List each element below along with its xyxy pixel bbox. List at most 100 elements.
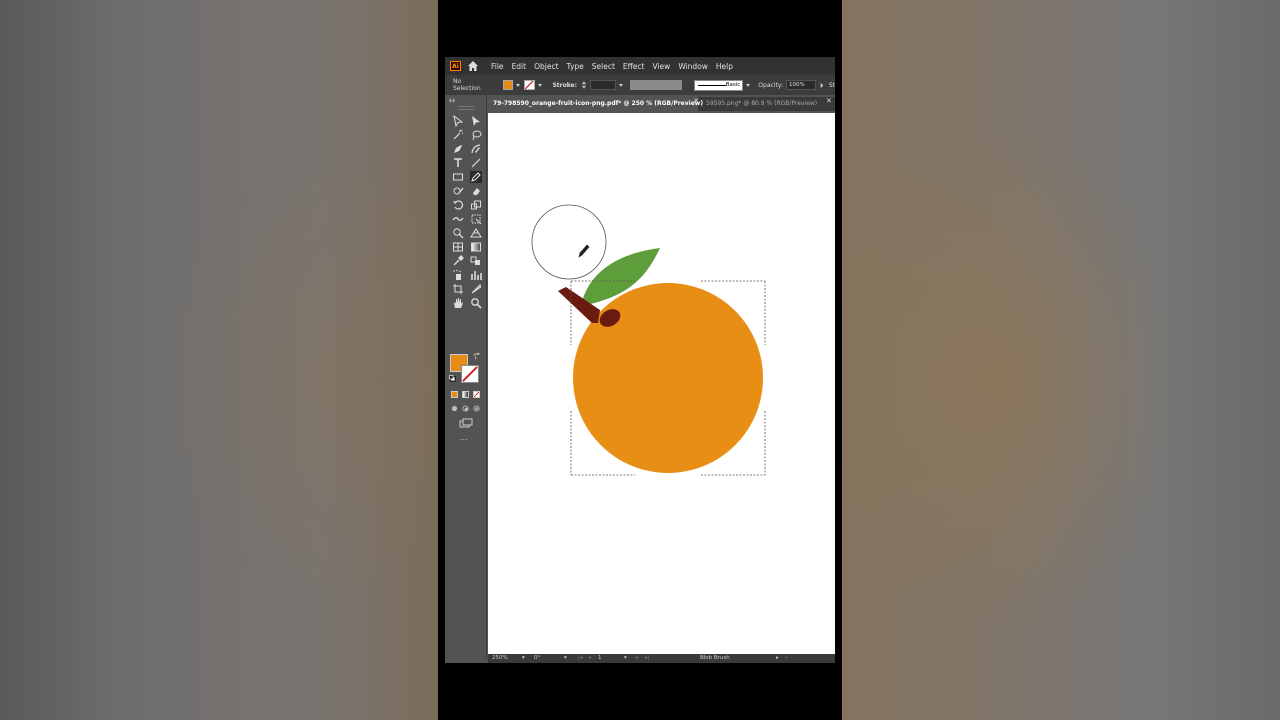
artboard-number[interactable]: 1 xyxy=(598,655,602,661)
app-logo: Ai xyxy=(450,61,461,71)
eraser-tool-icon[interactable] xyxy=(470,185,482,197)
artboard-caret-icon[interactable]: ▾ xyxy=(624,655,627,661)
selection-status: No Selection xyxy=(453,78,481,92)
next-artboard-icon[interactable]: ▸ xyxy=(636,655,639,661)
first-artboard-icon[interactable]: |◂ xyxy=(578,655,583,661)
fill-dropdown-caret[interactable] xyxy=(516,83,521,87)
menu-window[interactable]: Window xyxy=(678,62,708,71)
hand-tool-icon[interactable] xyxy=(452,297,464,309)
column-graph-tool-icon[interactable] xyxy=(470,269,482,281)
rotate-tool-icon[interactable] xyxy=(452,199,464,211)
menu-effect[interactable]: Effect xyxy=(623,62,645,71)
mesh-tool-icon[interactable] xyxy=(452,241,464,253)
rotation-caret-icon[interactable]: ▾ xyxy=(564,655,567,661)
line-segment-tool-icon[interactable] xyxy=(470,157,482,169)
tab-orange-fruit-icon[interactable]: 79-798590_orange-fruit-icon-png.pdf* @ 2… xyxy=(488,97,703,111)
stroke-color-swatch[interactable] xyxy=(461,365,479,383)
brush-definition-field[interactable]: Basic xyxy=(693,79,744,91)
magic-wand-tool-icon[interactable] xyxy=(452,129,464,141)
stroke-weight-field[interactable] xyxy=(589,80,616,90)
stroke-label: Stroke: xyxy=(552,81,578,89)
orange-body[interactable] xyxy=(573,283,763,473)
menu-bar: Ai File Edit Object Type Select Effect V… xyxy=(445,57,835,75)
shaper-tool-icon[interactable] xyxy=(452,185,464,197)
chevron-right-icon[interactable] xyxy=(820,82,824,89)
type-tool-icon[interactable] xyxy=(452,157,464,169)
default-fill-stroke-icon[interactable] xyxy=(449,375,456,382)
fill-swatch[interactable] xyxy=(502,80,514,90)
stroke-dropdown-caret[interactable] xyxy=(538,83,543,87)
rectangle-tool-icon[interactable] xyxy=(452,171,464,183)
home-icon[interactable] xyxy=(467,60,479,72)
menu-edit[interactable]: Edit xyxy=(512,62,527,71)
lasso-tool-icon[interactable] xyxy=(470,129,482,141)
collapse-panel-icon[interactable] xyxy=(448,98,456,103)
slice-tool-icon[interactable] xyxy=(470,283,482,295)
zoom-caret-icon[interactable]: ▾ xyxy=(522,655,525,661)
free-transform-tool-icon[interactable] xyxy=(470,213,482,225)
opacity-field[interactable]: 100% xyxy=(785,80,816,90)
scale-tool-icon[interactable] xyxy=(470,199,482,211)
close-tab-icon[interactable]: ✕ xyxy=(693,97,699,105)
curvature-tool-icon[interactable] xyxy=(470,143,482,155)
artboard-canvas[interactable] xyxy=(488,113,835,654)
brush-label: Basic xyxy=(725,81,741,88)
status-arrow-left-icon[interactable]: ‹ xyxy=(785,655,787,661)
swap-fill-stroke-icon[interactable] xyxy=(473,353,480,360)
none-mode-button[interactable] xyxy=(473,391,480,398)
artwork xyxy=(531,204,766,476)
tab-label: 79-798590_orange-fruit-icon-png.pdf* @ 2… xyxy=(493,100,704,107)
warp-tool-icon[interactable] xyxy=(452,213,464,225)
last-artboard-icon[interactable]: ▸| xyxy=(645,655,650,661)
menu-file[interactable]: File xyxy=(491,62,504,71)
zoom-tool-icon[interactable] xyxy=(470,297,482,309)
style-label-cut[interactable]: St xyxy=(829,82,835,89)
gradient-mode-button[interactable] xyxy=(462,391,469,398)
artboard-tool-icon[interactable] xyxy=(452,283,464,295)
edit-toolbar-button[interactable]: ... xyxy=(460,433,468,442)
tab-label: 59595.png* @ 80.9 % (RGB/Preview) xyxy=(706,100,818,107)
stroke-weight-caret[interactable] xyxy=(618,83,623,87)
blend-tool-icon[interactable] xyxy=(470,255,482,267)
symbol-sprayer-tool-icon[interactable] xyxy=(452,269,464,281)
none-slash-icon xyxy=(462,366,478,382)
prev-artboard-icon[interactable]: ◂ xyxy=(588,655,591,661)
rotation-value[interactable]: 0° xyxy=(534,655,540,661)
brush-size-cursor xyxy=(531,204,607,280)
menu-select[interactable]: Select xyxy=(592,62,615,71)
document-tabs: 79-798590_orange-fruit-icon-png.pdf* @ 2… xyxy=(488,97,835,111)
draw-inside-icon[interactable] xyxy=(473,405,480,412)
variable-width-field[interactable] xyxy=(629,80,682,90)
eyedropper-tool-icon[interactable] xyxy=(452,255,464,267)
menu-view[interactable]: View xyxy=(653,62,671,71)
panel-grip[interactable] xyxy=(458,106,474,110)
zoom-level[interactable]: 250% xyxy=(492,655,508,661)
status-bar: 250% ▾ 0° ▾ |◂ ◂ 1 ▾ ▸ ▸| Blob Brush ▸ ‹ xyxy=(488,654,835,663)
tab-59595[interactable]: 59595.png* @ 80.9 % (RGB/Preview) xyxy=(706,97,835,111)
draw-behind-icon[interactable] xyxy=(462,405,469,412)
opacity-label[interactable]: Opacity: xyxy=(758,82,783,89)
status-arrow-right-icon[interactable]: ▸ xyxy=(776,655,779,661)
menu-type[interactable]: Type xyxy=(567,62,584,71)
control-bar: No Selection Stroke: Basic Opacity: 100%… xyxy=(445,75,835,95)
direct-selection-tool-icon[interactable] xyxy=(470,115,482,127)
close-tab-icon[interactable]: ✕ xyxy=(826,97,832,105)
gradient-tool-icon[interactable] xyxy=(470,241,482,253)
stroke-none-swatch[interactable] xyxy=(524,80,536,90)
pen-tool-icon[interactable] xyxy=(452,143,464,155)
menu-help[interactable]: Help xyxy=(716,62,733,71)
color-mode-button[interactable] xyxy=(451,391,458,398)
current-tool-name: Blob Brush xyxy=(700,655,730,661)
menu-object[interactable]: Object xyxy=(534,62,558,71)
tools-panel: ... xyxy=(446,95,487,659)
blob-brush-cursor-icon xyxy=(578,244,590,258)
screen-mode-icon[interactable] xyxy=(459,418,473,428)
perspective-grid-tool-icon[interactable] xyxy=(470,227,482,239)
blob-brush-tool-icon[interactable] xyxy=(470,171,482,183)
stroke-weight-stepper[interactable] xyxy=(581,80,587,90)
draw-normal-icon[interactable] xyxy=(451,405,458,412)
shape-builder-tool-icon[interactable] xyxy=(452,227,464,239)
brush-dropdown-caret[interactable] xyxy=(746,83,751,87)
selection-tool-icon[interactable] xyxy=(452,115,464,127)
illustrator-window: Ai File Edit Object Type Select Effect V… xyxy=(445,57,835,663)
